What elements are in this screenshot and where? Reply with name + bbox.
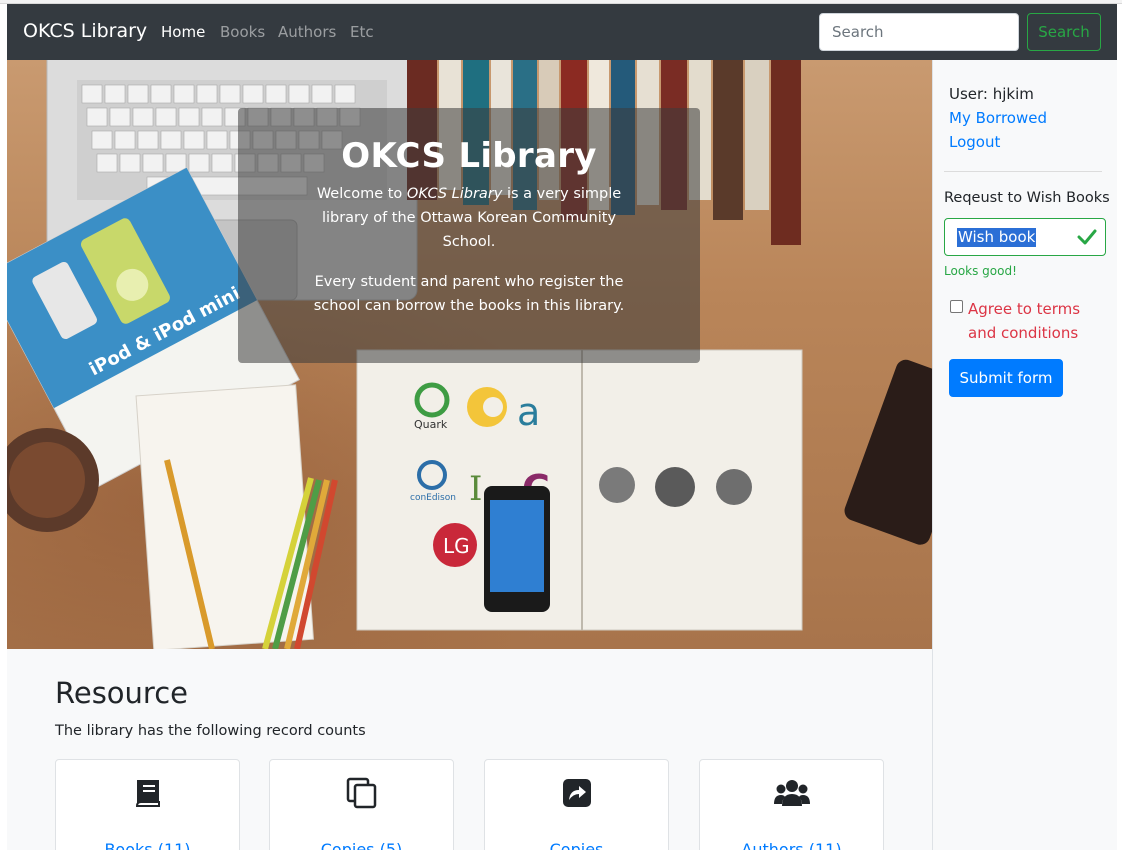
logout-link[interactable]: Logout bbox=[949, 133, 1000, 151]
svg-text:LG: LG bbox=[443, 534, 470, 558]
user-label: User: hjkim bbox=[949, 85, 1034, 103]
hero-intro: Welcome to OKCS Library is a very simple… bbox=[316, 186, 622, 250]
copies-card-link[interactable]: Copies (5) bbox=[270, 840, 453, 850]
page: OKCS Library Home Books Authors Etc Sear… bbox=[7, 4, 1117, 850]
copies-share-card[interactable]: Copies bbox=[484, 759, 669, 850]
copies-card[interactable]: Copies (5) bbox=[269, 759, 454, 850]
nav-authors[interactable]: Authors bbox=[278, 23, 336, 41]
welcome-jumbotron: OKCS Library Welcome to OKCS Library is … bbox=[238, 108, 700, 363]
nav-etc[interactable]: Etc bbox=[350, 23, 374, 41]
authors-card-link[interactable]: Authors (11) bbox=[700, 840, 883, 850]
nav-books[interactable]: Books bbox=[220, 23, 265, 41]
sidebar: User: hjkim My Borrowed Logout Reqeust t… bbox=[932, 60, 1117, 850]
search-input[interactable] bbox=[819, 13, 1019, 51]
terms-label[interactable]: Agree to terms and conditions bbox=[968, 297, 1108, 345]
share-icon bbox=[562, 779, 591, 807]
resource-title: Resource bbox=[55, 676, 188, 710]
svg-text:a: a bbox=[517, 390, 540, 434]
svg-text:Quark: Quark bbox=[414, 418, 448, 431]
wish-books-label: Reqeust to Wish Books bbox=[944, 190, 1110, 206]
copies-share-card-link[interactable]: Copies bbox=[485, 840, 668, 850]
hero-banner: iPod & iPod mini Quark a conEdison I LG … bbox=[7, 60, 932, 649]
navbar-brand[interactable]: OKCS Library bbox=[23, 20, 147, 42]
check-icon bbox=[1077, 229, 1097, 245]
resource-subtitle: The library has the following record cou… bbox=[55, 723, 366, 739]
wish-book-input[interactable]: Wish book bbox=[944, 218, 1106, 256]
users-icon bbox=[773, 780, 810, 806]
nav-home[interactable]: Home bbox=[161, 23, 205, 41]
svg-text:I: I bbox=[469, 469, 482, 509]
submit-form-button[interactable]: Submit form bbox=[949, 359, 1063, 397]
hero-paragraph: Every student and parent who register th… bbox=[313, 274, 625, 314]
valid-feedback: Looks good! bbox=[944, 264, 1017, 278]
book-icon bbox=[135, 780, 160, 807]
navbar: OKCS Library Home Books Authors Etc Sear… bbox=[7, 4, 1117, 60]
terms-checkbox[interactable] bbox=[950, 300, 963, 313]
search-button[interactable]: Search bbox=[1027, 13, 1101, 51]
authors-card[interactable]: Authors (11) bbox=[699, 759, 884, 850]
hero-title: OKCS Library bbox=[341, 136, 597, 176]
copy-icon bbox=[346, 777, 376, 809]
wish-book-value: Wish book bbox=[957, 228, 1037, 247]
books-card-link[interactable]: Books (11) bbox=[56, 840, 239, 850]
hero-intro-emphasis: OKCS Library bbox=[406, 186, 503, 202]
divider bbox=[944, 171, 1102, 172]
svg-text:conEdison: conEdison bbox=[410, 493, 456, 503]
books-card[interactable]: Books (11) bbox=[55, 759, 240, 850]
my-borrowed-link[interactable]: My Borrowed bbox=[949, 109, 1047, 127]
